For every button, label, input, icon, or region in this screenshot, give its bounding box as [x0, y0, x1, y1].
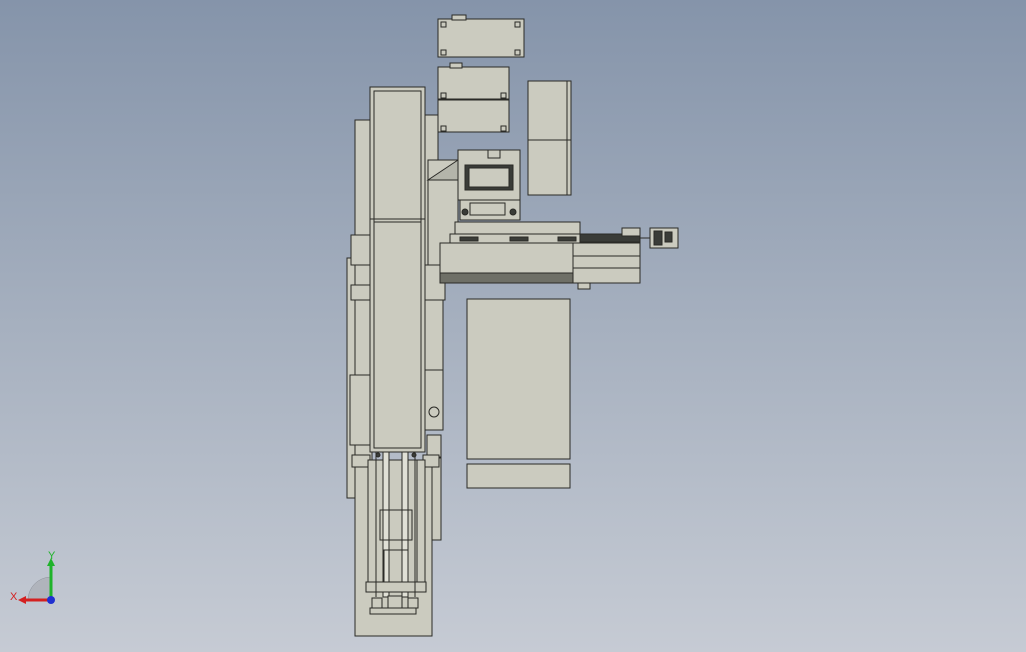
middle-motor-box — [437, 62, 510, 100]
x-axis-arrow-icon — [18, 596, 26, 604]
x-axis-label: X — [10, 591, 18, 603]
triad-quarter-disc — [27, 576, 52, 601]
base-frame — [351, 451, 440, 637]
y-axis-label: Y — [48, 550, 56, 562]
cad-viewport[interactable] — [0, 0, 1026, 652]
work-table — [466, 298, 571, 489]
lower-motor-box — [437, 99, 510, 133]
side-cabinet — [527, 80, 572, 196]
horizontal-rail-arm — [439, 221, 641, 290]
coordinate-triad: Y X — [10, 550, 56, 604]
machine-model — [346, 14, 679, 637]
end-effector — [640, 227, 679, 249]
z-axis-dot-icon — [47, 596, 55, 604]
top-motor-box — [437, 14, 525, 58]
main-column — [346, 86, 426, 499]
